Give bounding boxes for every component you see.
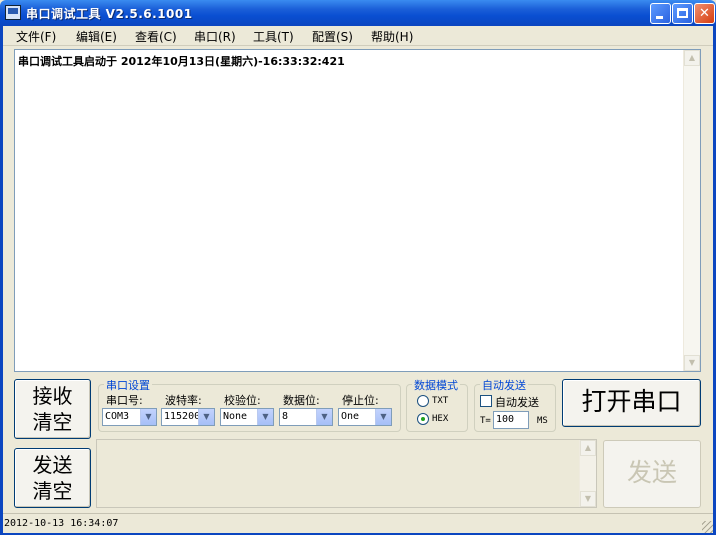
databits-select[interactable]: 8 ▼ — [279, 408, 333, 426]
baud-select[interactable]: 115200 ▼ — [161, 408, 215, 426]
send-textarea[interactable]: ▲ ▼ — [96, 439, 597, 508]
baud-value: 115200 — [164, 411, 201, 422]
parity-label: 校验位: — [224, 394, 261, 407]
menu-help[interactable]: 帮助(H) — [371, 28, 413, 45]
receive-scrollbar[interactable]: ▲ ▼ — [683, 50, 700, 371]
period-prefix: T= — [480, 416, 491, 426]
send-label: 发送 — [626, 458, 677, 487]
receive-clear-button[interactable]: 接收 清空 — [14, 379, 91, 439]
serial-settings-group: 串口设置 串口号: COM3 ▼ 波特率: 115200 ▼ 校验位: None… — [98, 377, 401, 432]
auto-send-label: 自动发送 — [480, 377, 528, 393]
receive-clear-label-2: 清空 — [32, 410, 73, 434]
auto-send-checkbox-label: 自动发送 — [495, 396, 539, 409]
parity-value: None — [223, 411, 248, 422]
chevron-down-icon: ▼ — [140, 409, 156, 425]
stopbits-select[interactable]: One ▼ — [338, 408, 392, 426]
close-icon: ✕ — [699, 6, 710, 21]
status-datetime: 2012-10-13 16:34:07 — [4, 518, 119, 529]
send-clear-button[interactable]: 发送 清空 — [14, 448, 91, 508]
baud-label: 波特率: — [165, 394, 202, 407]
port-label: 串口号: — [106, 394, 143, 407]
stopbits-value: One — [341, 411, 360, 422]
scroll-up-icon[interactable]: ▲ — [684, 50, 700, 66]
period-input[interactable]: 100 — [493, 411, 529, 429]
send-clear-label-1: 发送 — [32, 453, 73, 477]
maximize-button[interactable] — [672, 3, 693, 24]
close-button[interactable]: ✕ — [694, 3, 715, 24]
app-icon[interactable] — [5, 5, 21, 20]
send-scrollbar[interactable]: ▲ ▼ — [579, 440, 596, 507]
menu-view[interactable]: 查看(C) — [135, 28, 177, 45]
txt-radio[interactable] — [417, 395, 429, 407]
port-select[interactable]: COM3 ▼ — [102, 408, 157, 426]
hex-label: HEX — [432, 414, 449, 424]
period-unit: MS — [537, 416, 548, 426]
port-value: COM3 — [105, 411, 130, 422]
minimize-icon — [656, 16, 663, 19]
data-mode-label: 数据模式 — [412, 377, 460, 393]
menu-bar: 文件(F) 编辑(E) 查看(C) 串口(R) 工具(T) 配置(S) 帮助(H… — [0, 26, 716, 46]
stopbits-label: 停止位: — [342, 394, 379, 407]
window-title: 串口调试工具 V2.5.6.1001 — [26, 7, 193, 21]
minimize-button[interactable] — [650, 3, 671, 24]
scroll-down-icon[interactable]: ▼ — [580, 491, 596, 507]
serial-settings-label: 串口设置 — [104, 377, 152, 393]
chevron-down-icon: ▼ — [375, 409, 391, 425]
menu-config[interactable]: 配置(S) — [312, 28, 353, 45]
chevron-down-icon: ▼ — [198, 409, 214, 425]
chevron-down-icon: ▼ — [257, 409, 273, 425]
period-value: 100 — [496, 414, 515, 425]
window-frame-left — [0, 26, 3, 535]
auto-send-group: 自动发送 自动发送 T= 100 MS — [474, 377, 556, 432]
auto-send-checkbox[interactable] — [480, 395, 492, 407]
scroll-down-icon[interactable]: ▼ — [684, 355, 700, 371]
receive-textarea[interactable]: 串口调试工具启动于 2012年10月13日(星期六)-16:33:32:421 … — [14, 49, 701, 372]
data-mode-group: 数据模式 TXT HEX — [406, 377, 468, 432]
send-button[interactable]: 发送 — [603, 440, 701, 508]
databits-value: 8 — [282, 411, 289, 422]
open-port-label: 打开串口 — [581, 387, 682, 416]
scroll-up-icon[interactable]: ▲ — [580, 440, 596, 456]
maximize-icon — [677, 8, 688, 18]
parity-select[interactable]: None ▼ — [220, 408, 274, 426]
menu-edit[interactable]: 编辑(E) — [76, 28, 117, 45]
receive-log-line: 串口调试工具启动于 2012年10月13日(星期六)-16:33:32:421 — [18, 55, 345, 68]
send-clear-label-2: 清空 — [32, 479, 73, 503]
databits-label: 数据位: — [283, 394, 320, 407]
hex-radio[interactable] — [417, 413, 429, 425]
menu-file[interactable]: 文件(F) — [16, 28, 56, 45]
chevron-down-icon: ▼ — [316, 409, 332, 425]
status-bar: 2012-10-13 16:34:07 — [0, 513, 716, 535]
title-bar[interactable]: 串口调试工具 V2.5.6.1001 ✕ — [0, 0, 716, 26]
menu-tools[interactable]: 工具(T) — [253, 28, 294, 45]
open-port-button[interactable]: 打开串口 — [562, 379, 701, 427]
menu-port[interactable]: 串口(R) — [194, 28, 236, 45]
receive-clear-label-1: 接收 — [32, 384, 73, 408]
txt-label: TXT — [432, 396, 449, 406]
